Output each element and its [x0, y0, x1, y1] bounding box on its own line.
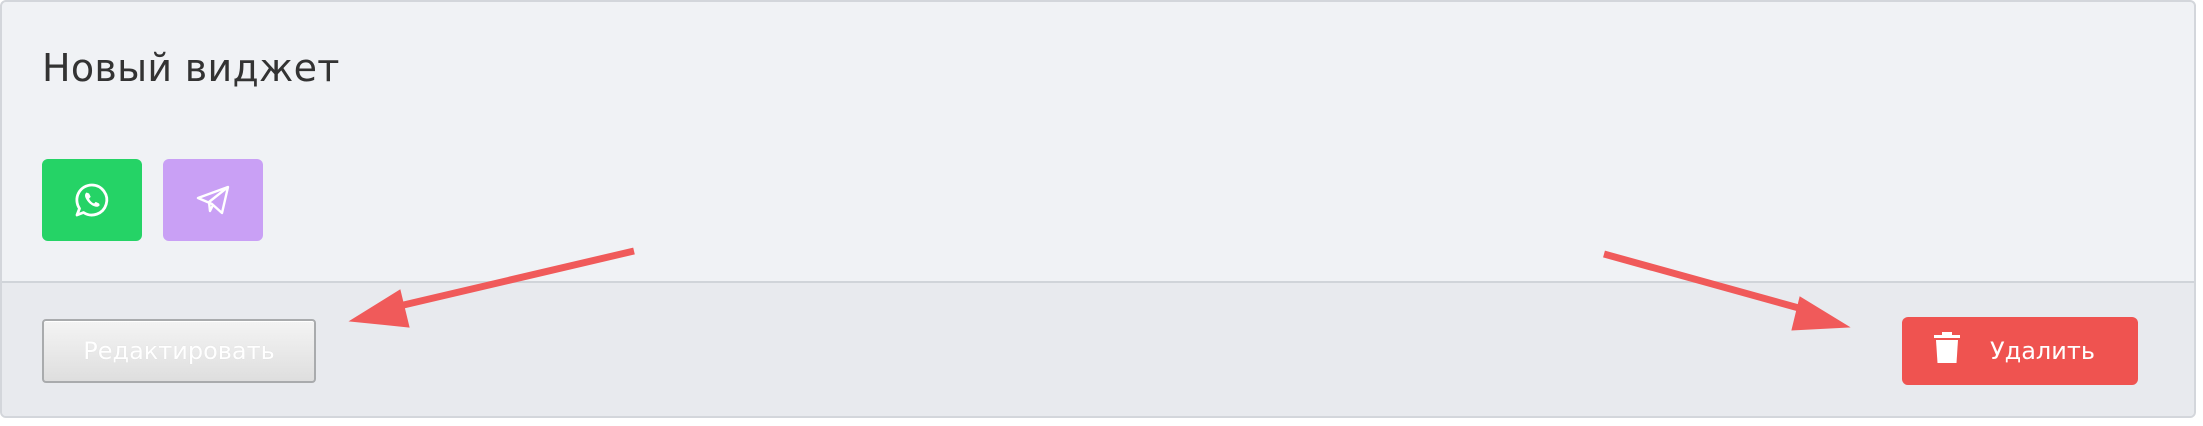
channel-buttons [42, 159, 263, 241]
delete-button[interactable]: Удалить [1902, 317, 2138, 385]
widget-card: Новый виджет Редактировать Удалить [0, 0, 2196, 418]
delete-label: Удалить [1990, 337, 2095, 365]
whatsapp-button[interactable] [42, 159, 142, 241]
whatsapp-icon [73, 181, 111, 219]
telegram-button[interactable] [163, 159, 263, 241]
trash-icon [1934, 332, 1960, 370]
edit-button[interactable]: Редактировать [42, 319, 316, 383]
widget-title: Новый виджет [42, 46, 340, 90]
widget-footer: Редактировать Удалить [2, 281, 2194, 416]
telegram-icon [195, 182, 231, 218]
